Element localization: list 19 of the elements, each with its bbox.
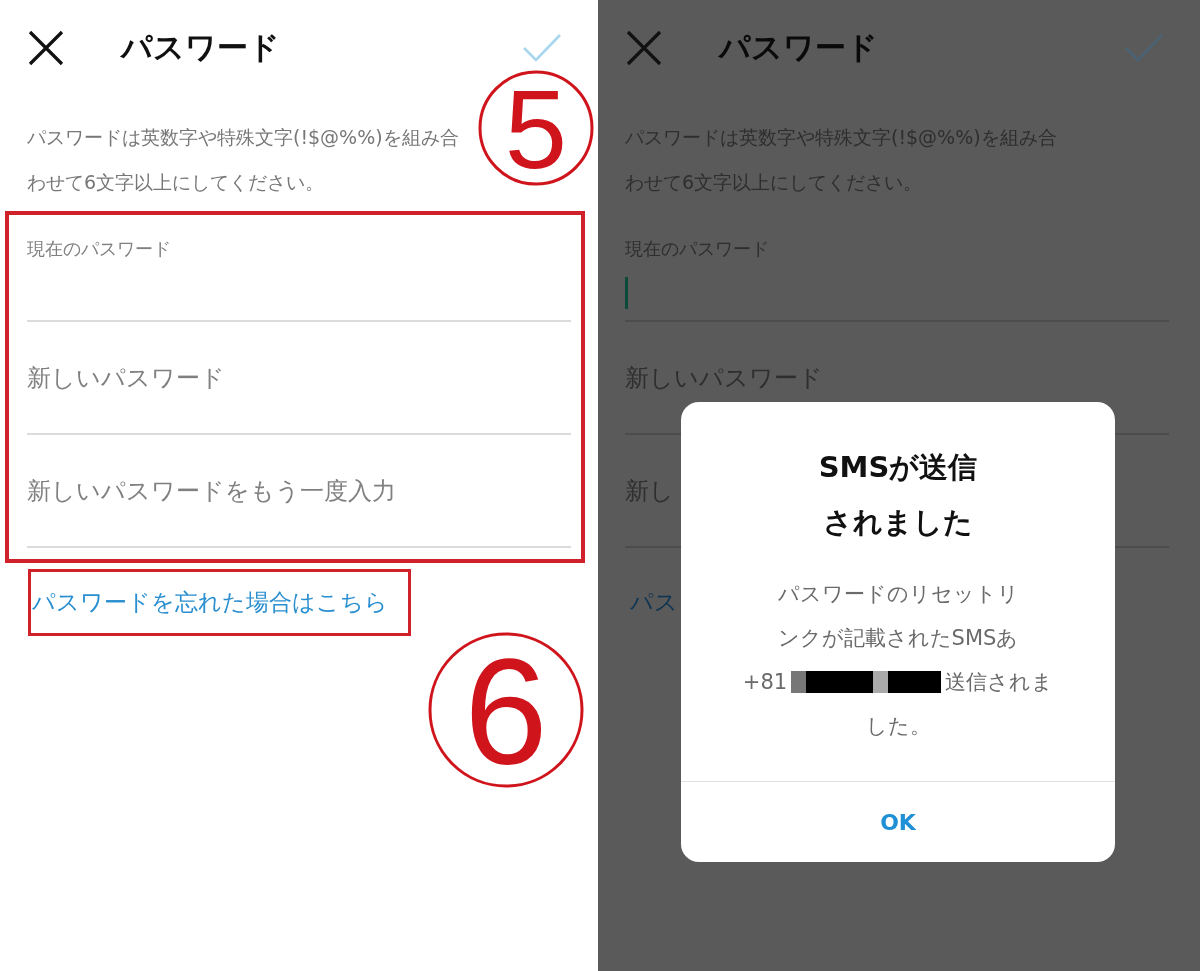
password-hint-text: パスワードは英数字や特殊文字(!$@%%)を組み合わせて6文字以上にしてください。 [27, 125, 460, 195]
close-icon[interactable] [27, 28, 65, 67]
dialog-message: パスワードのリセットリ [777, 581, 1019, 608]
forgot-password-link[interactable]: パスワードを忘れた場合はこちら [32, 587, 388, 618]
dialog-message: ンクが記載されたSMSあ [777, 625, 1019, 652]
screen-title: パスワード [719, 27, 879, 67]
circled-number-annotation: 6 [428, 632, 584, 788]
screen-title: パスワード [121, 27, 281, 67]
text-cursor [625, 277, 628, 309]
dialog-message: +81 [742, 669, 788, 696]
circled-number-annotation: 5 [478, 70, 594, 186]
forgot-password-link[interactable]: パス [630, 587, 678, 618]
ok-button[interactable]: OK [856, 801, 940, 843]
dialog-message: した。 [865, 713, 931, 740]
password-field[interactable]: 新しいパスワードをもう一度入力 [27, 435, 571, 548]
password-field[interactable]: 現在のパスワード [27, 215, 571, 322]
password-field[interactable]: 新しいパスワード [27, 322, 571, 435]
dialog-title: SMSが送信 されました [817, 449, 979, 541]
dialog-message: 送信されま [945, 669, 1054, 696]
